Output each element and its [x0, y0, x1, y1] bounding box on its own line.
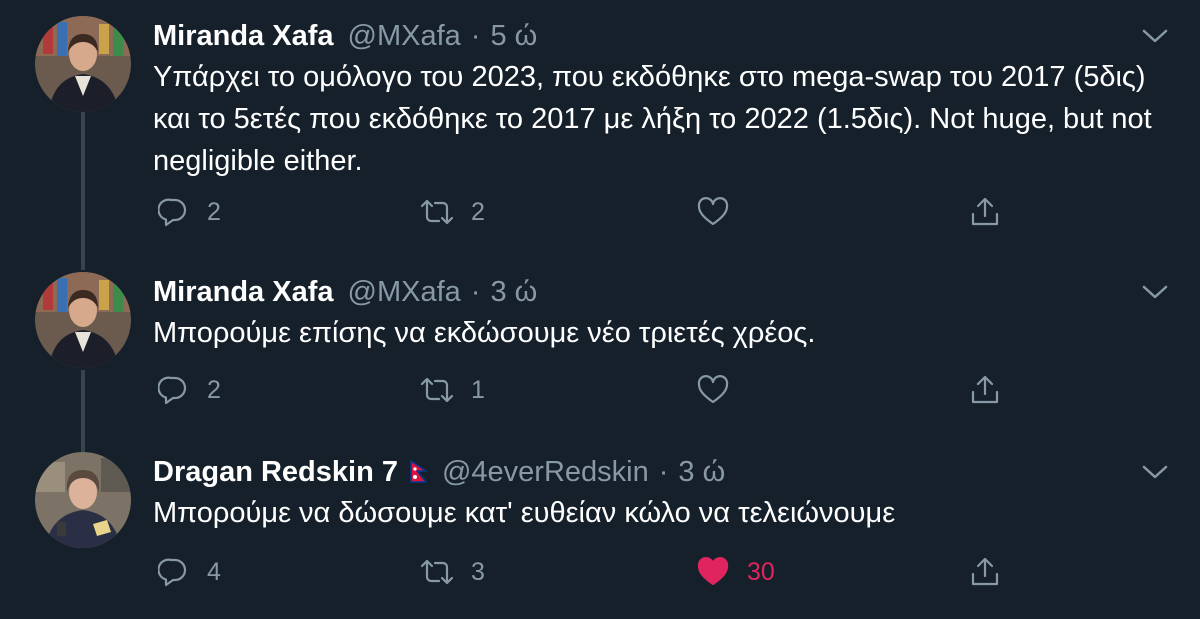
retweet-button[interactable]: 1: [417, 370, 485, 410]
author-handle[interactable]: @MXafa: [348, 20, 461, 53]
share-icon: [965, 552, 1005, 592]
tweet[interactable]: Dragan Redskin 7 @4everRedskin · 3 ώ Μπο…: [0, 452, 1200, 602]
action-bar: 4 3 30: [153, 552, 1013, 592]
reply-icon: [153, 370, 193, 410]
separator-dot: ·: [470, 19, 481, 52]
reply-button[interactable]: 2: [153, 370, 221, 410]
author-handle[interactable]: @MXafa: [348, 276, 461, 309]
avatar[interactable]: [35, 16, 131, 112]
action-bar: 2 2: [153, 192, 1013, 232]
tweet[interactable]: Miranda Xafa @MXafa · 5 ώ Υπάρχει το ομό…: [0, 16, 1200, 246]
heart-icon: [693, 192, 733, 232]
timestamp[interactable]: 3 ώ: [678, 456, 725, 489]
nepal-flag-icon: [410, 460, 428, 484]
heart-icon: [693, 552, 733, 592]
action-bar: 2 1: [153, 370, 1013, 410]
reply-button[interactable]: 4: [153, 552, 221, 592]
retweet-button[interactable]: 3: [417, 552, 485, 592]
author-name[interactable]: Dragan Redskin 7: [153, 456, 398, 489]
like-button[interactable]: 30: [693, 552, 775, 592]
reply-button[interactable]: 2: [153, 192, 221, 232]
author-name[interactable]: Miranda Xafa: [153, 20, 334, 53]
reply-count: 2: [207, 375, 221, 404]
retweet-icon: [417, 552, 457, 592]
reply-count: 4: [207, 557, 221, 586]
retweet-icon: [417, 192, 457, 232]
author-handle[interactable]: @4everRedskin: [442, 456, 649, 489]
avatar[interactable]: [35, 272, 131, 368]
retweet-count: 2: [471, 197, 485, 226]
tweet-text: Υπάρχει το ομόλογο του 2023, που εκδόθηκ…: [153, 61, 1152, 177]
retweet-icon: [417, 370, 457, 410]
share-button[interactable]: [965, 192, 1005, 232]
retweet-count: 3: [471, 557, 485, 586]
chevron-down-icon[interactable]: [1140, 280, 1170, 304]
reply-icon: [153, 552, 193, 592]
chevron-down-icon[interactable]: [1140, 24, 1170, 48]
share-icon: [965, 370, 1005, 410]
author-name[interactable]: Miranda Xafa: [153, 276, 334, 309]
timeline: Miranda Xafa @MXafa · 5 ώ Υπάρχει το ομό…: [0, 0, 1200, 619]
tweet-text: Μπορούμε επίσης να εκδώσουμε νέο τριετές…: [153, 317, 816, 349]
like-button[interactable]: [693, 370, 747, 410]
reply-icon: [153, 192, 193, 232]
share-icon: [965, 192, 1005, 232]
retweet-button[interactable]: 2: [417, 192, 485, 232]
tweet[interactable]: Miranda Xafa @MXafa · 3 ώ Μπορούμε επίση…: [0, 272, 1200, 422]
share-button[interactable]: [965, 370, 1005, 410]
separator-dot: ·: [658, 455, 669, 488]
timestamp[interactable]: 5 ώ: [490, 20, 537, 53]
share-button[interactable]: [965, 552, 1005, 592]
avatar[interactable]: [35, 452, 131, 548]
reply-count: 2: [207, 197, 221, 226]
separator-dot: ·: [470, 275, 481, 308]
heart-icon: [693, 370, 733, 410]
like-button[interactable]: [693, 192, 747, 232]
retweet-count: 1: [471, 375, 485, 404]
tweet-text: Μπορούμε να δώσουμε κατ' ευθείαν κώλο να…: [153, 497, 896, 529]
like-count: 30: [747, 557, 775, 586]
timestamp[interactable]: 3 ώ: [490, 276, 537, 309]
chevron-down-icon[interactable]: [1140, 460, 1170, 484]
